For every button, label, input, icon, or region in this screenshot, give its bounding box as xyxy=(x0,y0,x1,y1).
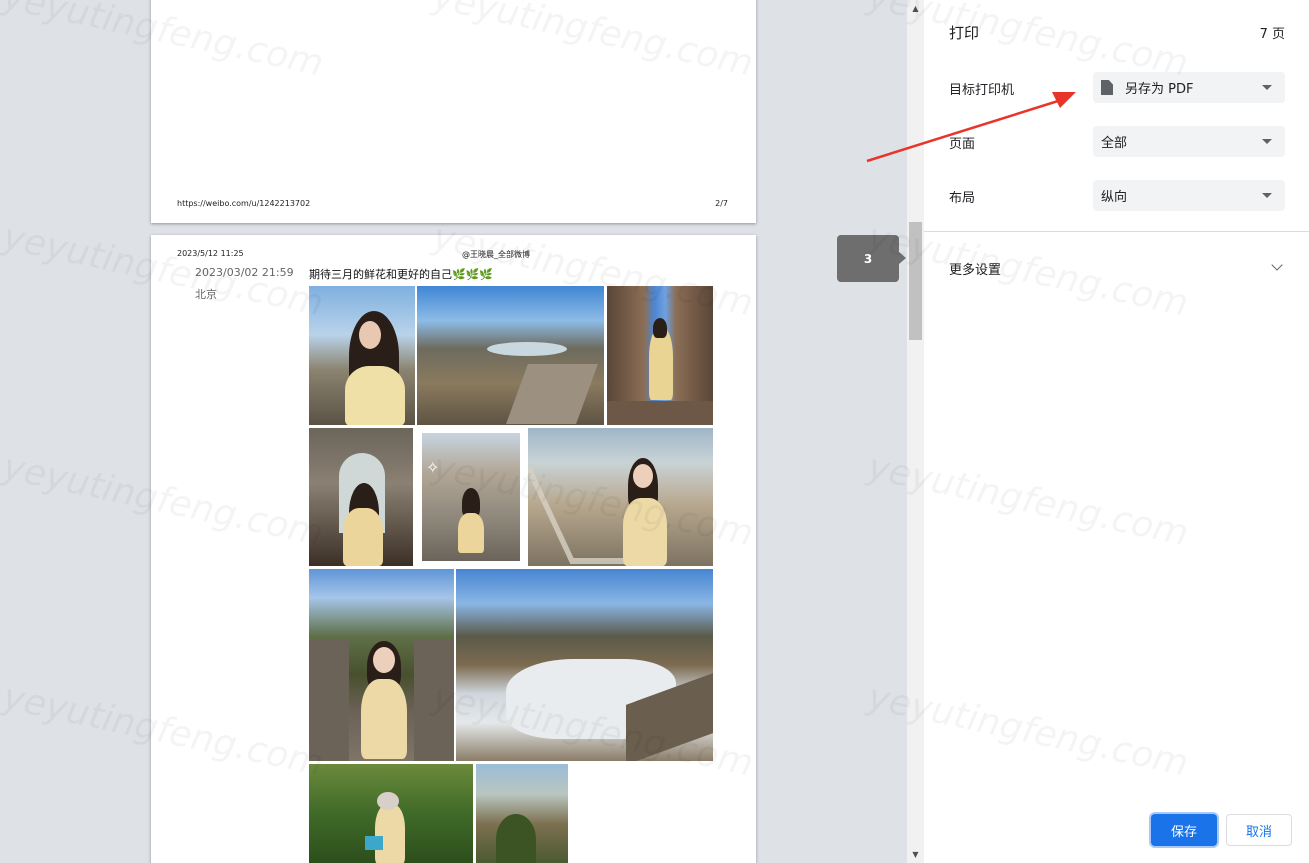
pages-label: 页面 xyxy=(949,137,976,152)
cancel-button[interactable]: 取消 xyxy=(1226,814,1292,846)
divider xyxy=(924,231,1309,232)
scroll-up-icon[interactable]: ▲ xyxy=(907,0,924,17)
pages-value: 全部 xyxy=(1101,136,1128,151)
more-settings-toggle[interactable]: 更多设置 xyxy=(949,259,1001,278)
printer-value: 另存为 PDF xyxy=(1125,82,1194,97)
leaf-emoji: 🌿🌿🌿 xyxy=(452,268,494,281)
page-count: 7 页 xyxy=(1259,27,1285,42)
page-header-date: 2023/5/12 11:25 xyxy=(177,249,244,258)
preview-page-2: https://weibo.com/u/1242213702 2/7 xyxy=(151,0,756,223)
preview-page-3: 2023/5/12 11:25 @王晓晨_全部微博 2023/03/02 21:… xyxy=(151,235,756,863)
post-photo xyxy=(417,286,604,425)
page-footer-url: https://weibo.com/u/1242213702 xyxy=(177,199,311,208)
scroll-down-icon[interactable]: ▼ xyxy=(907,846,924,863)
layout-value: 纵向 xyxy=(1101,190,1128,205)
layout-label: 布局 xyxy=(949,191,976,206)
document-icon xyxy=(1101,80,1113,95)
post-photo xyxy=(607,286,713,425)
post-photo xyxy=(309,764,473,863)
page-number-bubble: 3 xyxy=(837,235,906,282)
post-photo xyxy=(309,286,415,425)
caret-down-icon xyxy=(1262,193,1272,198)
preview-scrollbar[interactable]: ▲ ▼ xyxy=(907,0,924,863)
pages-select[interactable]: 全部 xyxy=(1093,126,1285,157)
post-timestamp: 2023/03/02 21:59 xyxy=(195,266,294,279)
print-settings-sidebar: 打印 7 页 目标打印机 另存为 PDF 页面 全部 布局 纵向 更多设置 保存… xyxy=(924,0,1309,863)
printer-label: 目标打印机 xyxy=(949,83,1015,98)
caret-down-icon xyxy=(1262,85,1272,90)
printer-select[interactable]: 另存为 PDF xyxy=(1093,72,1285,103)
layout-select[interactable]: 纵向 xyxy=(1093,180,1285,211)
print-title: 打印 xyxy=(949,24,980,42)
post-photo xyxy=(309,428,413,566)
post-photo xyxy=(476,764,568,863)
page-footer-number: 2/7 xyxy=(715,199,728,208)
scroll-thumb[interactable] xyxy=(909,222,922,340)
post-photo xyxy=(309,569,454,761)
caret-down-icon xyxy=(1262,139,1272,144)
post-photo: ✧ xyxy=(416,428,526,566)
save-button[interactable]: 保存 xyxy=(1151,814,1217,846)
chevron-down-icon[interactable] xyxy=(1271,259,1283,271)
post-location: 北京 xyxy=(195,288,217,301)
post-photo xyxy=(528,428,713,566)
post-text: 期待三月的鲜花和更好的自己🌿🌿🌿 xyxy=(309,266,493,282)
print-preview: https://weibo.com/u/1242213702 2/7 2023/… xyxy=(0,0,907,863)
post-text-body: 期待三月的鲜花和更好的自己 xyxy=(309,268,452,281)
post-photo xyxy=(456,569,713,761)
page-header-title: @王晓晨_全部微博 xyxy=(462,250,530,259)
